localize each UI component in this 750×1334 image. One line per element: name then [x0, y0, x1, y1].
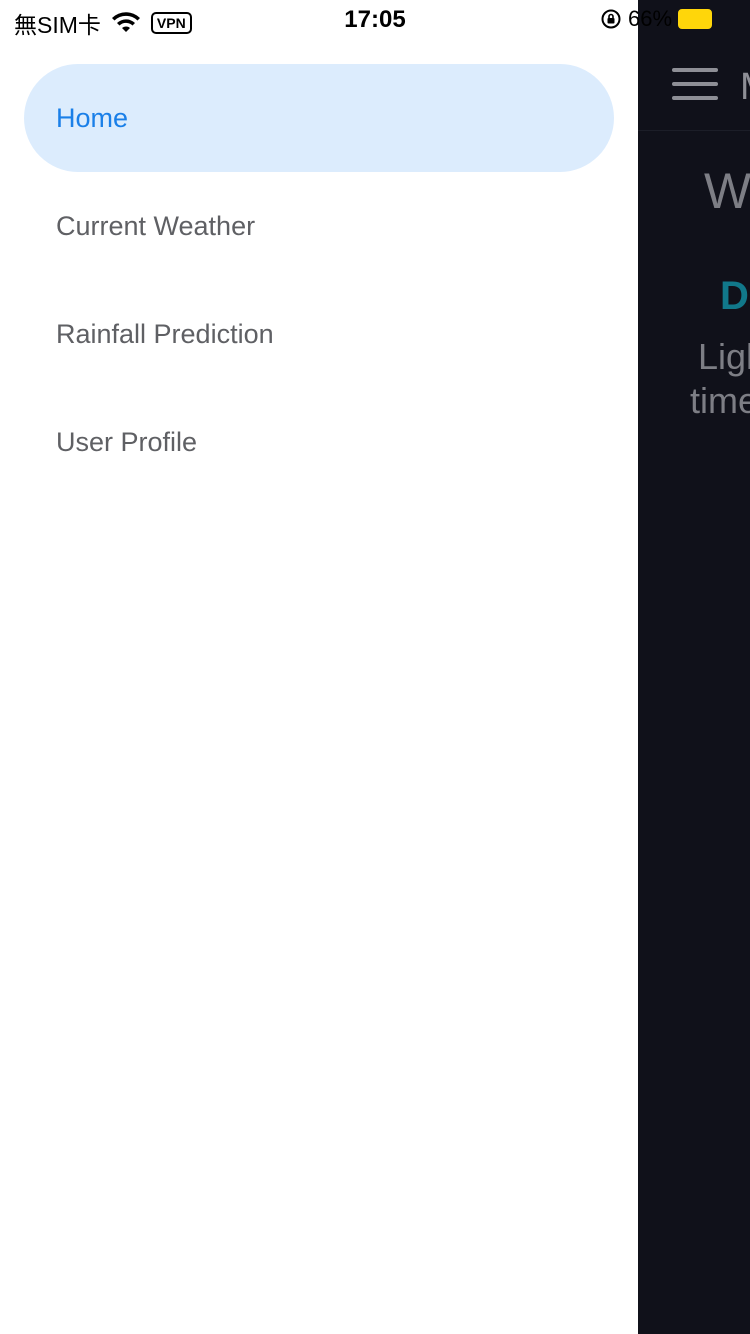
nav-item-label: Current Weather: [56, 210, 256, 241]
description-line-1: Ligl: [698, 336, 750, 377]
nav-item-current-weather[interactable]: Current Weather: [24, 172, 614, 280]
status-right: 66%: [600, 6, 713, 32]
nav-item-home[interactable]: Home: [24, 64, 614, 172]
nav-item-label: User Profile: [56, 426, 198, 457]
page-heading: We: [704, 163, 750, 219]
battery-icon: [678, 9, 713, 29]
nav-item-user-profile[interactable]: User Profile: [24, 388, 614, 496]
rotation-lock-icon: [601, 9, 621, 29]
nav-item-rainfall-prediction[interactable]: Rainfall Prediction: [24, 280, 614, 388]
battery-percent: 66%: [628, 6, 673, 31]
description-line-2: time: [690, 380, 750, 421]
app-title: M: [740, 66, 750, 109]
nav-item-label: Rainfall Prediction: [56, 318, 274, 349]
nav-item-label: Home: [56, 102, 129, 133]
navigation-drawer: Home Current Weather Rainfall Prediction…: [0, 0, 638, 1334]
hamburger-menu-icon[interactable]: [672, 68, 720, 102]
screen: M We D Ligl time Home Current Weather Ra…: [0, 0, 750, 1334]
highlight-text: D: [720, 274, 749, 318]
status-bar: 無SIM卡 VPN 17:05 66%: [0, 0, 750, 40]
